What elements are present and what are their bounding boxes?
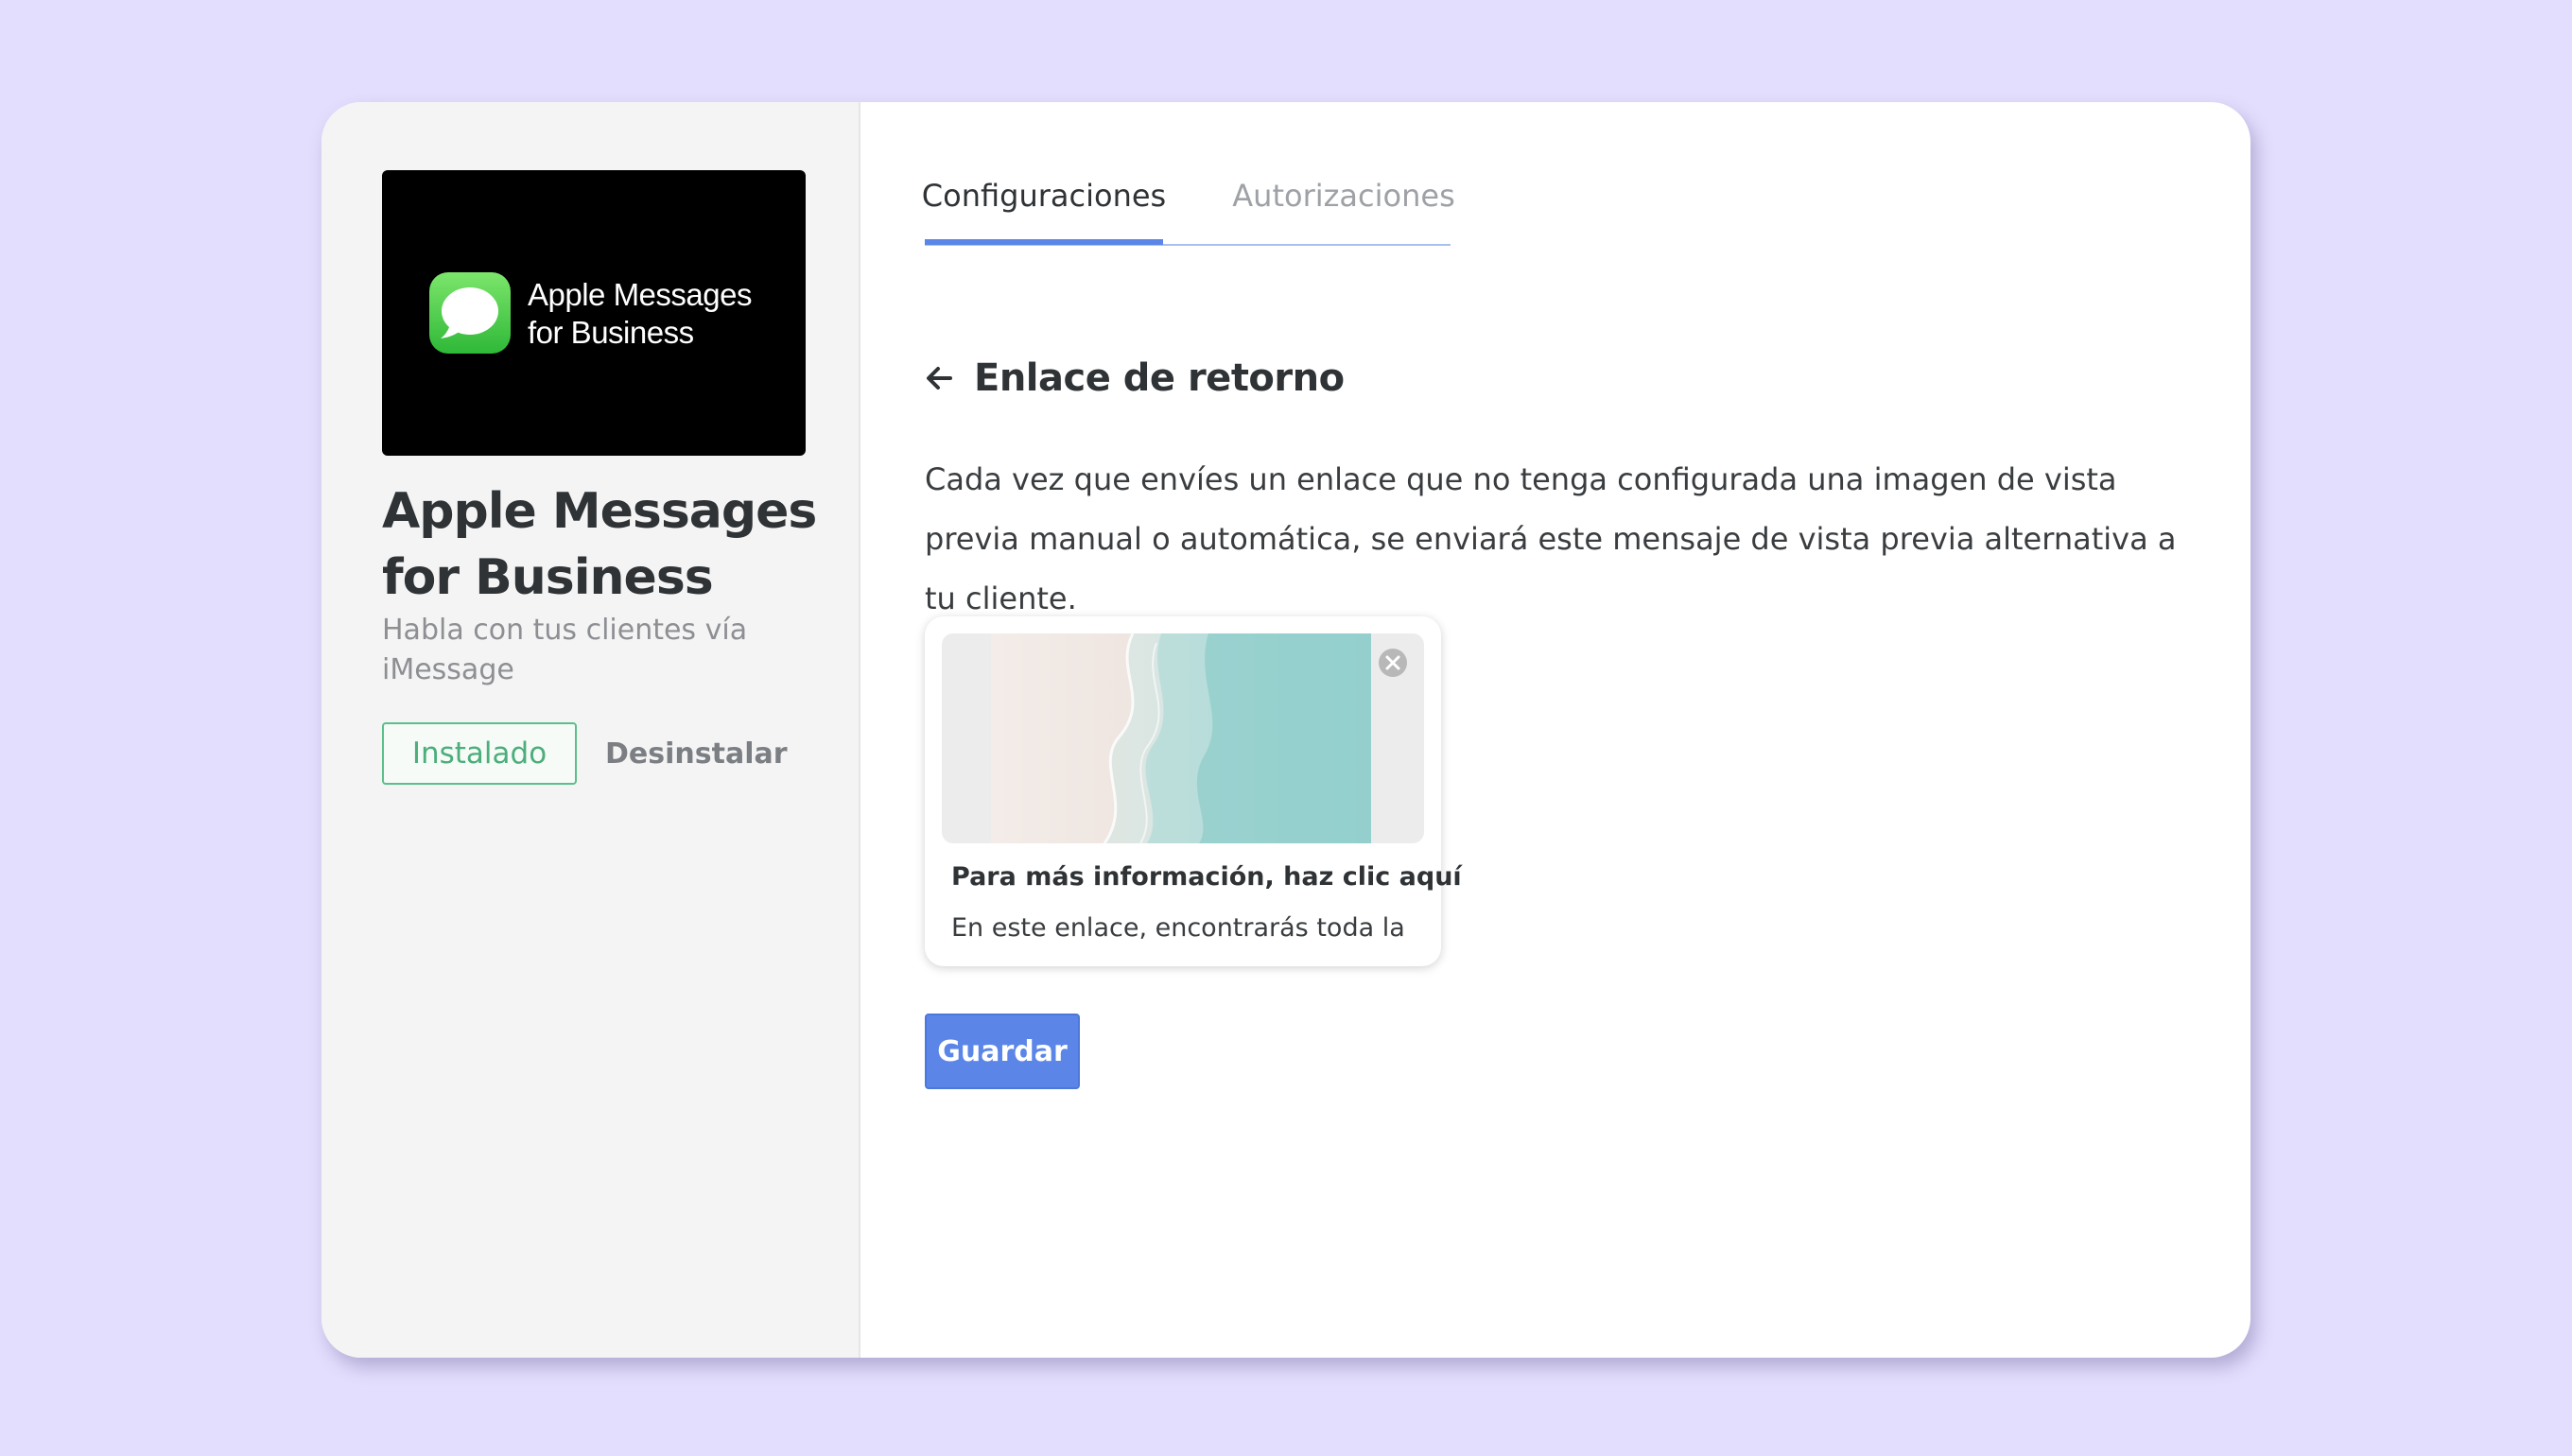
app-logo: Apple Messages for Business bbox=[382, 170, 806, 456]
preview-description: En este enlace, encontrarás toda la info… bbox=[951, 913, 1415, 943]
section-description: Cada vez que envíes un enlace que no ten… bbox=[925, 461, 2177, 616]
tab-bar: Configuraciones Autorizaciones bbox=[922, 170, 1455, 246]
close-icon[interactable] bbox=[1377, 647, 1409, 679]
app-title-line-2: for Business bbox=[382, 549, 714, 606]
logo-line-1: Apple Messages bbox=[528, 277, 752, 312]
save-button[interactable]: Guardar bbox=[925, 1014, 1080, 1089]
app-subtitle: Habla con tus clientes vía iMessage bbox=[382, 614, 748, 686]
app-sidebar: Apple Messages for Business Apple Messag… bbox=[322, 102, 860, 1358]
app-title-line-1: Apple Messages bbox=[382, 483, 817, 540]
section-title: Enlace de retorno bbox=[974, 356, 1345, 400]
preview-title: Para más información, haz clic aquí bbox=[951, 862, 1462, 892]
main-panel: Configuraciones Autorizaciones Enlace de… bbox=[860, 102, 2250, 1358]
app-detail-card: Apple Messages for Business Apple Messag… bbox=[322, 102, 2250, 1358]
arrow-left-icon[interactable] bbox=[925, 364, 953, 392]
installed-button[interactable]: Instalado bbox=[382, 722, 577, 785]
link-preview-card: Para más información, haz clic aquí En e… bbox=[925, 616, 1462, 966]
app-title: Apple Messages for Business bbox=[382, 478, 826, 611]
logo-wordmark: Apple Messages for Business bbox=[528, 276, 752, 352]
preview-image-frame bbox=[942, 633, 1424, 843]
tab-autorizaciones[interactable]: Autorizaciones bbox=[1232, 170, 1454, 242]
logo-line-2: for Business bbox=[528, 315, 694, 350]
tab-configuraciones[interactable]: Configuraciones bbox=[922, 170, 1166, 245]
preview-image bbox=[991, 633, 1371, 843]
section-header: Enlace de retorno bbox=[925, 350, 1345, 407]
messages-bubble-icon bbox=[429, 272, 511, 354]
uninstall-button[interactable]: Desinstalar bbox=[605, 722, 788, 785]
